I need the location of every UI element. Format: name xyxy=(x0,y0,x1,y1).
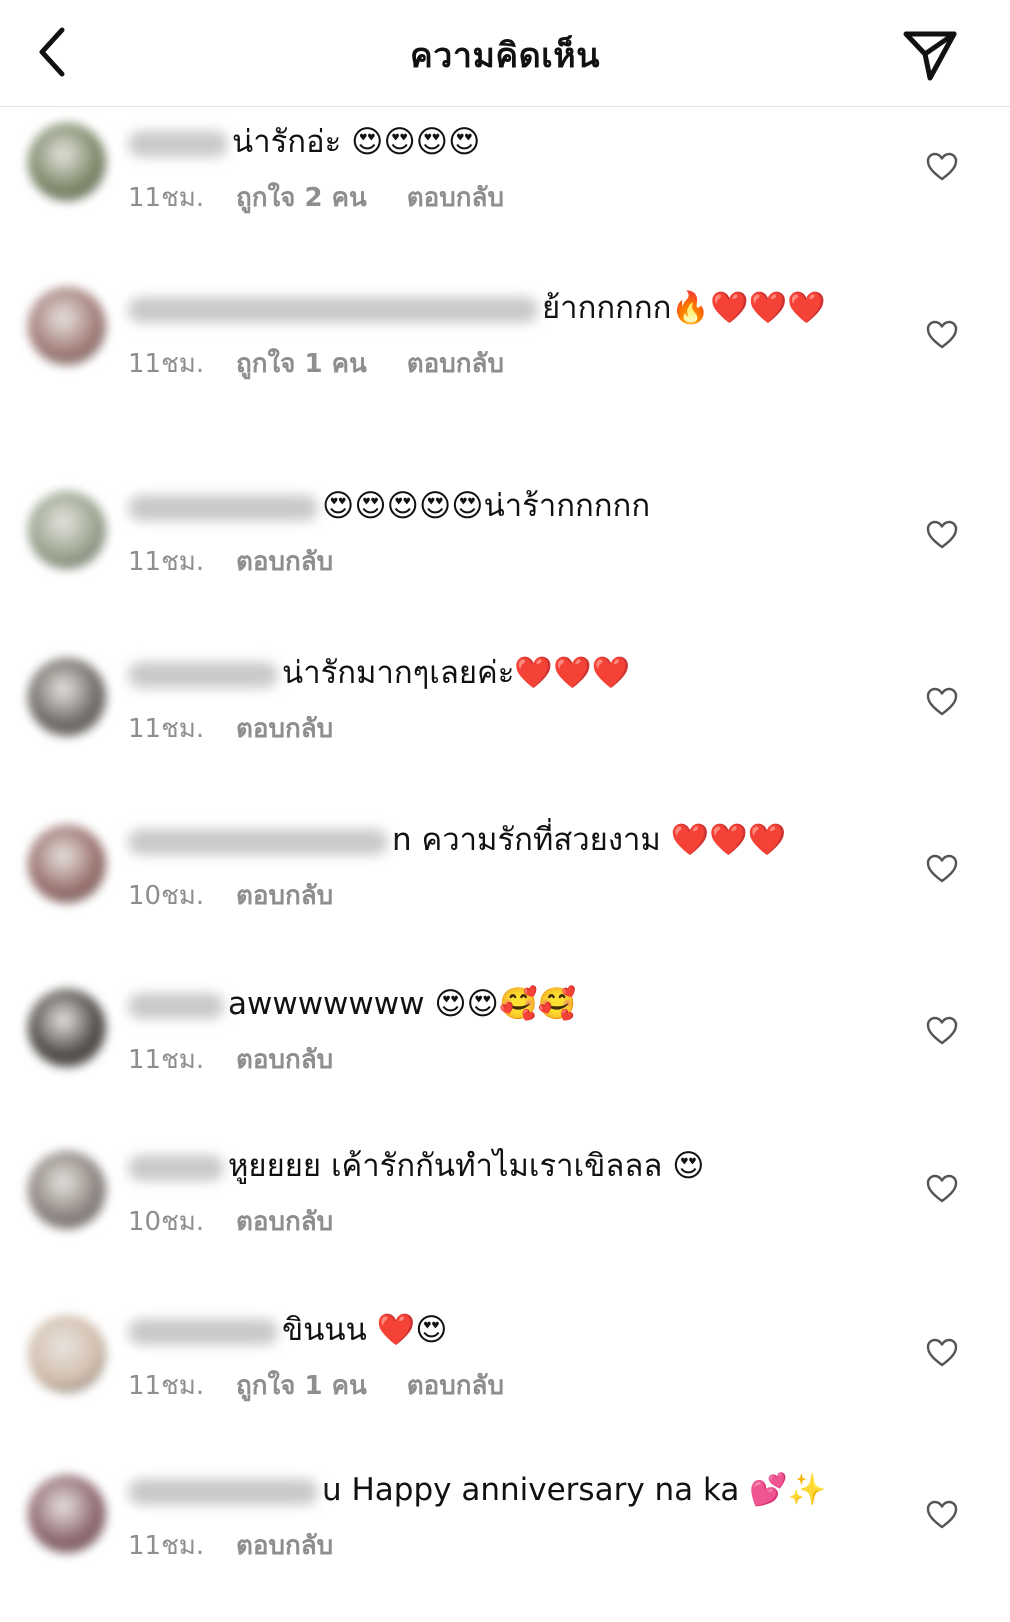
reply-button[interactable]: ตอบกลับ xyxy=(407,1365,504,1406)
heart-outline-icon xyxy=(926,1500,958,1529)
comment-time: 10ชม. xyxy=(128,881,205,911)
username-blurred[interactable] xyxy=(128,992,224,1019)
reply-button[interactable]: ตอบกลับ xyxy=(236,1525,333,1566)
avatar[interactable] xyxy=(28,825,106,903)
avatar[interactable] xyxy=(28,491,106,569)
like-button[interactable] xyxy=(922,682,962,722)
username-blurred[interactable] xyxy=(128,1318,278,1345)
avatar[interactable] xyxy=(28,1475,106,1553)
avatar[interactable] xyxy=(28,658,106,736)
reply-button[interactable]: ตอบกลับ xyxy=(407,177,504,218)
comment-text: ย้ากกกกก🔥❤️❤️❤️ xyxy=(542,290,826,326)
like-button[interactable] xyxy=(922,849,962,889)
avatar[interactable] xyxy=(28,287,106,365)
username-blurred[interactable] xyxy=(128,661,278,688)
like-button[interactable] xyxy=(922,1495,962,1535)
like-button[interactable] xyxy=(922,315,962,355)
like-count[interactable]: ถูกใจ 2 คน xyxy=(236,177,367,218)
comment-text: awwwwwww 😍😍🥰🥰 xyxy=(228,986,577,1022)
heart-outline-icon xyxy=(926,152,958,181)
heart-outline-icon xyxy=(926,1338,958,1367)
like-button[interactable] xyxy=(922,147,962,187)
comment-time: 11ชม. xyxy=(128,547,205,577)
share-button[interactable] xyxy=(898,22,962,86)
comment-text: น่ารักอ่ะ 😍😍😍😍 xyxy=(232,124,481,160)
reply-button[interactable]: ตอบกลับ xyxy=(236,708,333,749)
comment-text: 😍😍😍😍😍น่าร้ากกกกก xyxy=(322,488,651,524)
reply-button[interactable]: ตอบกลับ xyxy=(407,343,504,384)
like-count[interactable]: ถูกใจ 1 คน xyxy=(236,1365,367,1406)
heart-outline-icon xyxy=(926,1174,958,1203)
comment-text: หูยยยย เค้ารักกันทำไมเราเขิลลล 😍 xyxy=(228,1148,705,1184)
comment-time: 11ชม. xyxy=(128,349,205,379)
comment-time: 10ชม. xyxy=(128,1207,205,1237)
avatar[interactable] xyxy=(28,123,106,201)
comment-text: ขินนน ❤️😍 xyxy=(282,1312,448,1348)
comment-time: 11ชม. xyxy=(128,714,205,744)
header-bar: ความคิดเห็น xyxy=(0,0,1010,107)
avatar[interactable] xyxy=(28,1315,106,1393)
like-button[interactable] xyxy=(922,515,962,555)
username-blurred[interactable] xyxy=(128,1154,224,1181)
avatar[interactable] xyxy=(28,1151,106,1229)
heart-outline-icon xyxy=(926,854,958,883)
comment-time: 11ชม. xyxy=(128,1531,205,1561)
like-count[interactable]: ถูกใจ 1 คน xyxy=(236,343,367,384)
comment-time: 11ชม. xyxy=(128,183,205,213)
reply-button[interactable]: ตอบกลับ xyxy=(236,1201,333,1242)
heart-outline-icon xyxy=(926,687,958,716)
like-button[interactable] xyxy=(922,1333,962,1373)
username-blurred[interactable] xyxy=(128,494,318,521)
reply-button[interactable]: ตอบกลับ xyxy=(236,875,333,916)
heart-outline-icon xyxy=(926,1016,958,1045)
comment-time: 11ชม. xyxy=(128,1371,205,1401)
avatar[interactable] xyxy=(28,989,106,1067)
paper-plane-icon xyxy=(903,31,957,81)
username-blurred[interactable] xyxy=(128,1478,318,1505)
username-blurred[interactable] xyxy=(128,828,388,855)
like-button[interactable] xyxy=(922,1169,962,1209)
comment-text: n ความรักที่สวยงาม ❤️❤️❤️ xyxy=(392,822,787,858)
comment-time: 11ชม. xyxy=(128,1045,205,1075)
heart-outline-icon xyxy=(926,320,958,349)
heart-outline-icon xyxy=(926,520,958,549)
reply-button[interactable]: ตอบกลับ xyxy=(236,541,333,582)
comment-text: u Happy anniversary na ka 💕✨ xyxy=(322,1472,827,1508)
username-blurred[interactable] xyxy=(128,130,228,157)
reply-button[interactable]: ตอบกลับ xyxy=(236,1039,333,1080)
username-blurred[interactable] xyxy=(128,296,538,323)
page-title: ความคิดเห็น xyxy=(410,36,600,76)
comment-text: น่ารักมากๆเลยค่ะ❤️❤️❤️ xyxy=(282,655,631,691)
like-button[interactable] xyxy=(922,1011,962,1051)
